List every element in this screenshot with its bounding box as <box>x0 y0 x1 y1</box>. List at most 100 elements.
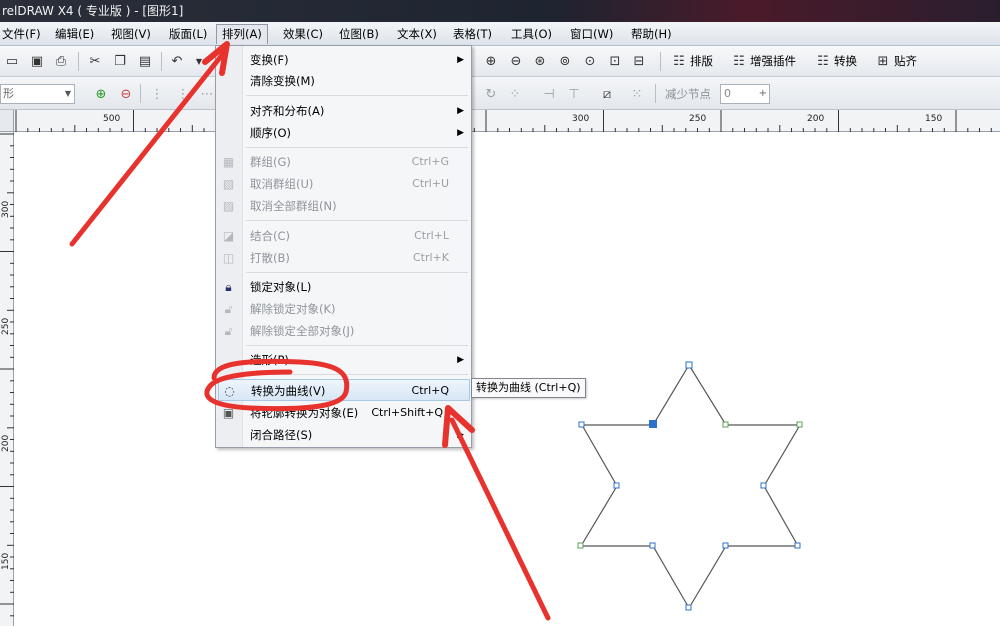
unlock-icon: 🔓︎ <box>224 302 233 316</box>
align-nodes-icon[interactable]: ⧄ <box>598 85 616 103</box>
menu-item-label: 打散(B) <box>250 251 290 265</box>
menu-edit[interactable]: 编辑(E) <box>50 24 99 44</box>
ruler-label: 150 <box>1 552 11 570</box>
menu-window[interactable]: 窗口(W) <box>565 24 618 44</box>
menu-item-ungroup[interactable]: ▧ 取消群组(U) Ctrl+U <box>216 173 471 195</box>
menu-view[interactable]: 视图(V) <box>106 24 156 44</box>
menu-item-label: 锁定对象(L) <box>250 280 312 294</box>
reverse-direction-icon[interactable]: ↻ <box>482 85 500 103</box>
paste-icon[interactable]: ▤ <box>136 52 154 70</box>
cut-icon[interactable]: ✂ <box>86 52 104 70</box>
rotate-nodes-icon[interactable]: ⊤ <box>565 85 583 103</box>
zoom-width-icon[interactable]: ⊡ <box>606 52 624 70</box>
zoom-selected-icon[interactable]: ⊛ <box>531 52 549 70</box>
combine-icon: ◪ <box>222 229 235 243</box>
tooltip: 转换为曲线 (Ctrl+Q) <box>471 378 586 398</box>
convert-plugin-icon[interactable]: ☷ <box>814 52 832 70</box>
ruler-origin[interactable] <box>0 110 14 132</box>
menu-help[interactable]: 帮助(H) <box>626 24 677 44</box>
unlock-all-icon: 🔓︎ <box>224 324 233 338</box>
menu-item-lock-object[interactable]: 🔒︎ 锁定对象(L) <box>216 276 471 298</box>
menu-item-group[interactable]: ▦ 群组(G) Ctrl+G <box>216 151 471 173</box>
convert-plugin-button[interactable]: 转换 <box>834 52 857 70</box>
menu-text[interactable]: 文本(X) <box>392 24 442 44</box>
reduce-nodes-input[interactable]: 0 + <box>720 84 770 104</box>
layout-plugin-button[interactable]: 排版 <box>690 52 713 70</box>
menu-item-label: 闭合路径(S) <box>250 428 313 442</box>
menu-item-outline-to-object[interactable]: ▣ 将轮廓转换为对象(E) Ctrl+Shift+Q <box>216 402 471 424</box>
zoom-page-icon[interactable]: ⊙ <box>581 52 599 70</box>
menu-item-clear-transform[interactable]: 清除变换(M) <box>216 70 471 92</box>
menu-item-unlock-all[interactable]: 🔓︎ 解除锁定全部对象(J) <box>216 320 471 342</box>
menu-item-label: 将轮廓转换为对象(E) <box>250 406 359 420</box>
menu-item-label: 造形(P) <box>250 353 289 367</box>
select-all-nodes-icon[interactable]: ⁙ <box>628 85 646 103</box>
submenu-arrow-icon: ▶ <box>457 55 464 65</box>
menu-item-label: 结合(C) <box>250 229 291 243</box>
snap-plugin-icon[interactable]: ⊞ <box>874 52 892 70</box>
menu-item-unlock-object[interactable]: 🔓︎ 解除锁定对象(K) <box>216 298 471 320</box>
menu-effects[interactable]: 效果(C) <box>278 24 328 44</box>
save-icon[interactable]: ▣ <box>28 52 46 70</box>
menu-item-close-path[interactable]: 闭合路径(S) ▶ <box>216 424 471 446</box>
enhance-plugin-button[interactable]: 增强插件 <box>750 52 796 70</box>
open-icon[interactable]: ▭ <box>3 52 21 70</box>
zoom-height-icon[interactable]: ⊟ <box>630 52 648 70</box>
ungroup-all-icon: ▨ <box>222 199 235 213</box>
delete-node-icon[interactable]: ⊖ <box>117 85 135 103</box>
submenu-arrow-icon: ▶ <box>457 128 464 138</box>
star-shape[interactable] <box>577 361 803 611</box>
vertical-ruler[interactable]: 300 250 200 150 <box>0 132 14 626</box>
menu-item-shortcut: Ctrl+G <box>411 155 449 168</box>
zoom-in-icon[interactable]: ⊕ <box>482 52 500 70</box>
ruler-label: 250 <box>689 114 707 124</box>
menu-bitmaps[interactable]: 位图(B) <box>334 24 384 44</box>
star-nodes[interactable] <box>577 361 803 611</box>
menu-item-label: 取消群组(U) <box>250 177 314 191</box>
menu-item-shortcut: Ctrl+U <box>412 177 449 190</box>
ruler-label: 300 <box>1 200 11 218</box>
menu-item-label: 转换为曲线(V) <box>251 384 326 398</box>
menu-item-order[interactable]: 顺序(O) ▶ <box>216 122 471 144</box>
extend-curve-icon[interactable]: ⁘ <box>506 85 524 103</box>
menu-item-ungroup-all[interactable]: ▨ 取消全部群组(N) <box>216 195 471 217</box>
enhance-plugin-icon[interactable]: ☷ <box>730 52 748 70</box>
join-nodes-icon[interactable]: ⋮ <box>148 85 166 103</box>
stretch-nodes-icon[interactable]: ⊣ <box>540 85 558 103</box>
convert-curves-icon: ◌ <box>224 384 235 398</box>
undo-dropdown-icon[interactable]: ▼ <box>190 52 208 70</box>
menu-layout[interactable]: 版面(L) <box>164 24 212 44</box>
submenu-arrow-icon: ▶ <box>457 430 464 440</box>
selected-node[interactable] <box>649 420 657 428</box>
zoom-all-icon[interactable]: ⊚ <box>556 52 574 70</box>
menu-tools[interactable]: 工具(O) <box>506 24 557 44</box>
menu-item-shaping[interactable]: 造形(P) ▶ <box>216 349 471 371</box>
submenu-arrow-icon: ▶ <box>457 355 464 365</box>
menu-item-transform[interactable]: 变换(F) ▶ <box>216 49 471 71</box>
horizontal-ruler[interactable]: 500 300 250 200 150 <box>14 110 1000 132</box>
menu-bar: 文件(F) 编辑(E) 视图(V) 版面(L) 排列(A) 效果(C) 位图(B… <box>0 22 1000 46</box>
print-icon[interactable]: ⎙ <box>52 52 70 70</box>
spinner-icon[interactable]: + <box>759 85 767 103</box>
add-node-icon[interactable]: ⊕ <box>92 85 110 103</box>
zoom-out-icon[interactable]: ⊖ <box>507 52 525 70</box>
copy-icon[interactable]: ❐ <box>111 52 129 70</box>
menu-item-combine[interactable]: ◪ 结合(C) Ctrl+L <box>216 225 471 247</box>
shape-select-value: 形 <box>3 87 14 100</box>
menu-table[interactable]: 表格(T) <box>448 24 497 44</box>
menu-item-label: 群组(G) <box>250 155 291 169</box>
menu-item-break-apart[interactable]: ◫ 打散(B) Ctrl+K <box>216 247 471 269</box>
shape-select[interactable]: 形 ▼ <box>0 84 75 104</box>
menu-file[interactable]: 文件(F) <box>0 24 46 44</box>
undo-icon[interactable]: ↶ <box>168 52 186 70</box>
layout-plugin-icon[interactable]: ☷ <box>670 52 688 70</box>
menu-item-label: 取消全部群组(N) <box>250 199 337 213</box>
ruler-label: 150 <box>925 114 943 124</box>
to-line-icon[interactable]: ⋯ <box>198 85 216 103</box>
menu-arrange[interactable]: 排列(A) <box>216 24 268 44</box>
snap-plugin-button[interactable]: 贴齐 <box>894 52 917 70</box>
menu-item-label: 解除锁定对象(K) <box>250 302 336 316</box>
break-curve-icon[interactable]: ⋮ <box>174 85 192 103</box>
menu-item-align-distribute[interactable]: 对齐和分布(A) ▶ <box>216 100 471 122</box>
menu-item-convert-to-curves[interactable]: ◌ 转换为曲线(V) Ctrl+Q <box>218 379 470 401</box>
